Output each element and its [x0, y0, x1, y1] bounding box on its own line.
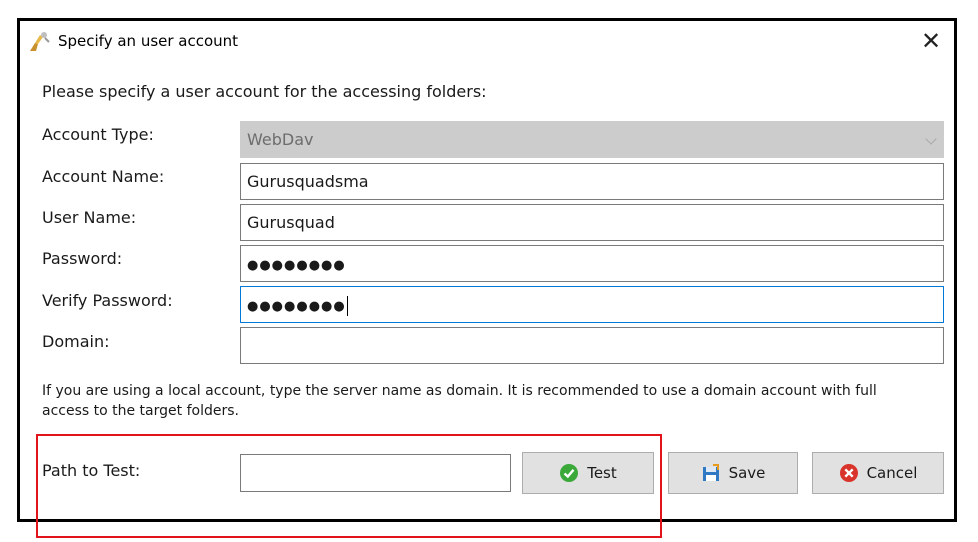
cancel-button-label: Cancel	[866, 464, 918, 482]
red-x-icon	[839, 464, 858, 482]
text-caret	[346, 295, 348, 316]
account-type-select[interactable]: WebDav	[240, 121, 944, 158]
account-type-value: WebDav	[247, 130, 314, 149]
account-name-label: Account Name:	[42, 167, 165, 186]
account-name-input[interactable]: Gurusquadsma	[240, 163, 944, 200]
password-input[interactable]: ●●●●●●●●	[240, 245, 944, 282]
green-check-icon	[560, 464, 579, 482]
close-button[interactable]: ✕	[914, 25, 948, 57]
account-name-value: Gurusquadsma	[247, 172, 369, 191]
test-button[interactable]: Test	[522, 452, 654, 494]
account-type-label: Account Type:	[42, 125, 154, 144]
verify-password-label: Verify Password:	[42, 291, 173, 310]
password-value: ●●●●●●●●	[247, 258, 346, 273]
cancel-button[interactable]: Cancel	[812, 452, 944, 494]
domain-input[interactable]	[240, 327, 944, 364]
test-button-label: Test	[587, 464, 617, 482]
verify-password-input[interactable]: ●●●●●●●●	[240, 286, 944, 323]
path-to-test-input[interactable]	[240, 454, 511, 492]
user-name-value: Gurusquad	[247, 213, 335, 232]
intro-text: Please specify a user account for the ac…	[42, 82, 487, 101]
domain-label: Domain:	[42, 332, 110, 351]
path-to-test-label: Path to Test:	[42, 461, 141, 480]
password-label: Password:	[42, 249, 123, 268]
save-icon	[702, 464, 719, 481]
window-title: Specify an user account	[58, 32, 239, 50]
chevron-down-icon	[925, 133, 937, 145]
user-name-input[interactable]: Gurusquad	[240, 204, 944, 241]
user-account-dialog: Specify an user account ✕ Please specify…	[17, 18, 957, 522]
close-icon: ✕	[920, 27, 942, 55]
save-button[interactable]: Save	[668, 452, 798, 494]
domain-note: If you are using a local account, type t…	[42, 383, 877, 419]
verify-password-value: ●●●●●●●●	[247, 299, 346, 314]
save-button-label: Save	[728, 464, 766, 482]
title-bar[interactable]: Specify an user account ✕	[20, 21, 954, 63]
user-name-label: User Name:	[42, 208, 137, 227]
key-hand-icon	[30, 32, 50, 51]
